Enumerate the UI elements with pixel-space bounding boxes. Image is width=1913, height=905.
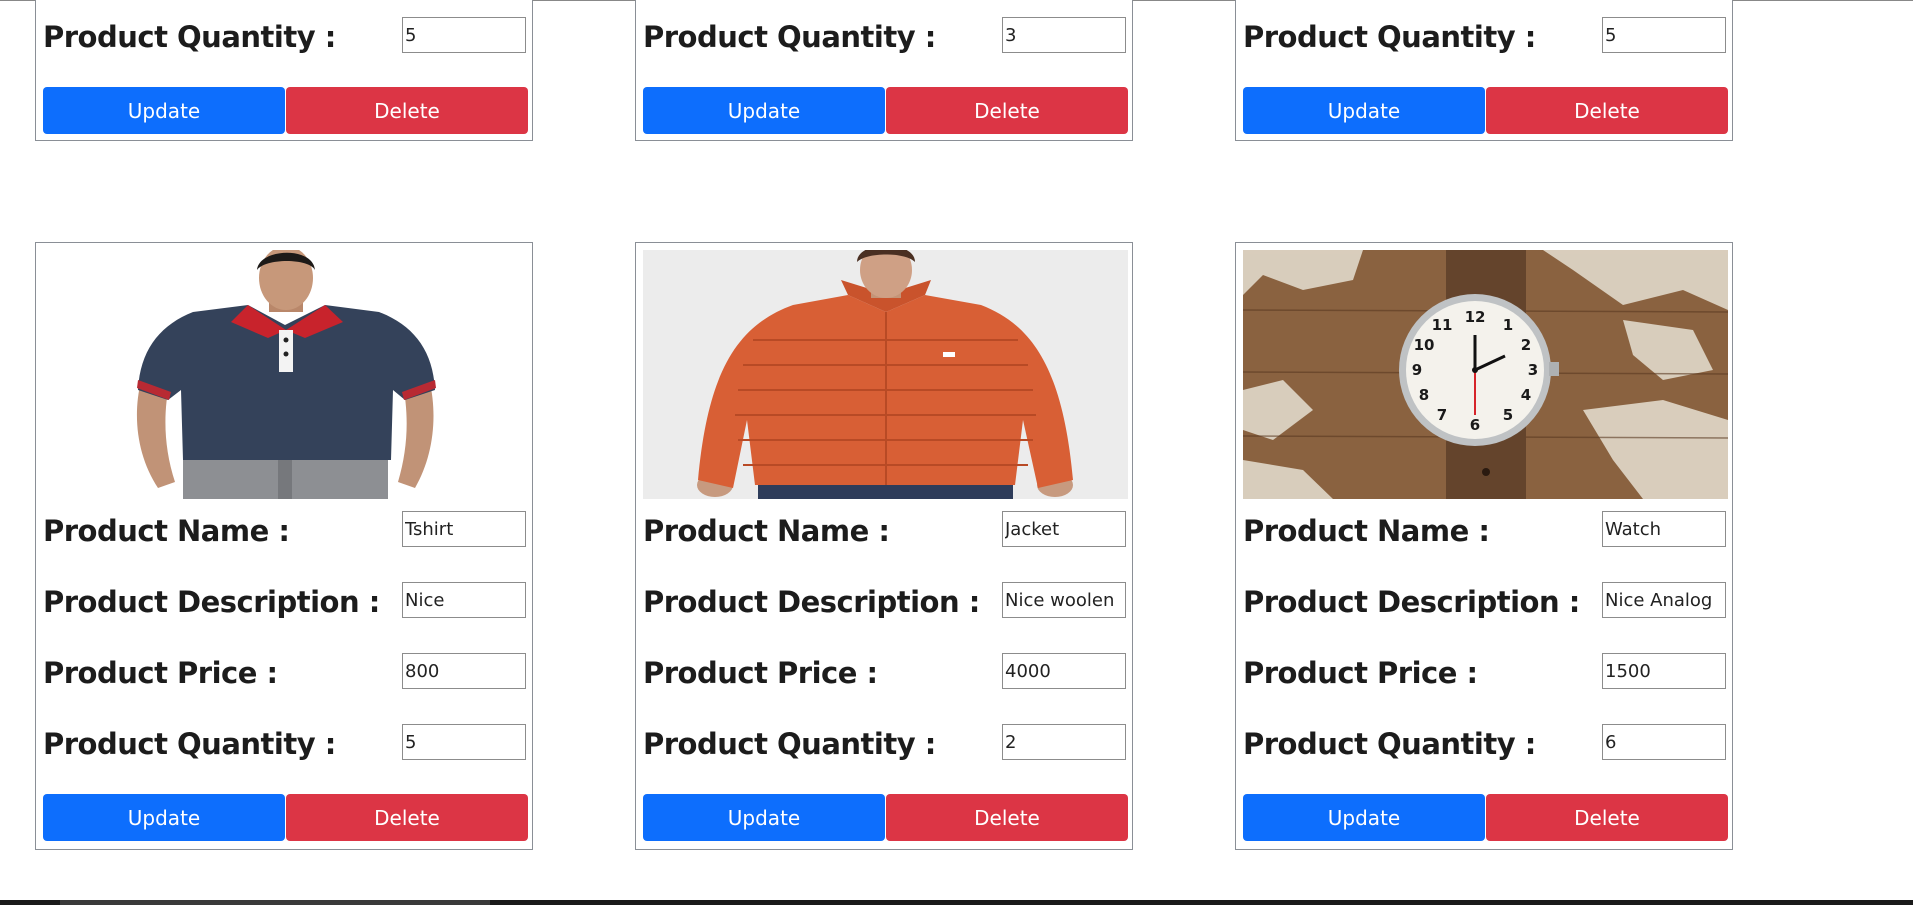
description-label: Product Description : bbox=[43, 585, 380, 619]
card-actions: Update Delete bbox=[43, 87, 528, 134]
svg-text:6: 6 bbox=[1470, 416, 1480, 434]
card-actions: Update Delete bbox=[1243, 794, 1728, 841]
quantity-row: Product Quantity : bbox=[1243, 724, 1728, 762]
product-card-partial: Product Quantity : Update Delete bbox=[635, 0, 1133, 141]
update-button[interactable]: Update bbox=[1243, 794, 1485, 841]
svg-text:12: 12 bbox=[1465, 308, 1486, 326]
description-row: Product Description : bbox=[643, 582, 1128, 620]
product-card: 12 12 3 45 6 78 9 10 11 Product Name : Produc… bbox=[1235, 242, 1733, 850]
description-label: Product Description : bbox=[643, 585, 980, 619]
name-input[interactable] bbox=[1002, 511, 1126, 547]
product-card: Product Name : Product Description : Pro… bbox=[35, 242, 533, 850]
quantity-input[interactable] bbox=[1602, 17, 1726, 53]
description-label: Product Description : bbox=[1243, 585, 1580, 619]
delete-button[interactable]: Delete bbox=[1486, 794, 1728, 841]
product-grid-page: Product Quantity : Update Delete Product… bbox=[0, 0, 1913, 905]
description-input[interactable] bbox=[402, 582, 526, 618]
svg-text:3: 3 bbox=[1528, 361, 1538, 379]
quantity-input[interactable] bbox=[1002, 724, 1126, 760]
name-row: Product Name : bbox=[643, 511, 1128, 549]
quantity-row: Product Quantity : bbox=[643, 724, 1128, 762]
update-button[interactable]: Update bbox=[643, 794, 885, 841]
quantity-label: Product Quantity : bbox=[1243, 20, 1536, 54]
watch-photo: 12 12 3 45 6 78 9 10 11 bbox=[1243, 250, 1728, 499]
product-image: 12 1 2 3 45 6 78 9 10 11 bbox=[1243, 250, 1728, 499]
name-input[interactable] bbox=[402, 511, 526, 547]
update-button[interactable]: Update bbox=[643, 87, 885, 134]
product-card-partial: Product Quantity : Update Delete bbox=[35, 0, 533, 141]
card-actions: Update Delete bbox=[43, 794, 528, 841]
name-label: Product Name : bbox=[1243, 514, 1490, 548]
svg-text:10: 10 bbox=[1414, 336, 1435, 354]
price-label: Product Price : bbox=[43, 656, 278, 690]
product-card-partial: Product Quantity : Update Delete bbox=[1235, 0, 1733, 141]
quantity-label: Product Quantity : bbox=[43, 727, 336, 761]
quantity-label: Product Quantity : bbox=[643, 727, 936, 761]
delete-button[interactable]: Delete bbox=[1486, 87, 1728, 134]
price-input[interactable] bbox=[402, 653, 526, 689]
quantity-row: Product Quantity : bbox=[43, 724, 528, 762]
delete-button[interactable]: Delete bbox=[886, 87, 1128, 134]
product-image bbox=[43, 250, 528, 499]
price-row: Product Price : bbox=[1243, 653, 1728, 691]
quantity-label: Product Quantity : bbox=[1243, 727, 1536, 761]
svg-text:7: 7 bbox=[1437, 406, 1447, 424]
product-image bbox=[643, 250, 1128, 499]
jacket-photo bbox=[643, 250, 1128, 499]
svg-text:5: 5 bbox=[1503, 406, 1513, 424]
delete-button[interactable]: Delete bbox=[286, 794, 528, 841]
card-actions: Update Delete bbox=[1243, 87, 1728, 134]
price-row: Product Price : bbox=[43, 653, 528, 691]
svg-text:2: 2 bbox=[1521, 336, 1531, 354]
card-actions: Update Delete bbox=[643, 87, 1128, 134]
product-card: Product Name : Product Description : Pro… bbox=[635, 242, 1133, 850]
scrollbar-thumb[interactable] bbox=[60, 900, 490, 905]
price-input[interactable] bbox=[1002, 653, 1126, 689]
svg-text:1: 1 bbox=[1503, 316, 1513, 334]
update-button[interactable]: Update bbox=[43, 87, 285, 134]
description-row: Product Description : bbox=[1243, 582, 1728, 620]
name-input[interactable] bbox=[1602, 511, 1726, 547]
svg-text:8: 8 bbox=[1419, 386, 1429, 404]
quantity-input[interactable] bbox=[402, 17, 526, 53]
name-row: Product Name : bbox=[1243, 511, 1728, 549]
card-actions: Update Delete bbox=[643, 794, 1128, 841]
price-input[interactable] bbox=[1602, 653, 1726, 689]
price-label: Product Price : bbox=[1243, 656, 1478, 690]
svg-text:11: 11 bbox=[1432, 316, 1453, 334]
description-input[interactable] bbox=[1002, 582, 1126, 618]
price-row: Product Price : bbox=[643, 653, 1128, 691]
description-row: Product Description : bbox=[43, 582, 528, 620]
quantity-input[interactable] bbox=[1002, 17, 1126, 53]
quantity-label: Product Quantity : bbox=[43, 20, 336, 54]
quantity-input[interactable] bbox=[1602, 724, 1726, 760]
name-label: Product Name : bbox=[43, 514, 290, 548]
update-button[interactable]: Update bbox=[1243, 87, 1485, 134]
delete-button[interactable]: Delete bbox=[286, 87, 528, 134]
description-input[interactable] bbox=[1602, 582, 1726, 618]
svg-text:4: 4 bbox=[1521, 386, 1531, 404]
name-row: Product Name : bbox=[43, 511, 528, 549]
price-label: Product Price : bbox=[643, 656, 878, 690]
quantity-row: Product Quantity : bbox=[1243, 17, 1728, 55]
svg-text:9: 9 bbox=[1412, 361, 1422, 379]
name-label: Product Name : bbox=[643, 514, 890, 548]
bottom-scrollbar[interactable] bbox=[0, 900, 1913, 905]
quantity-input[interactable] bbox=[402, 724, 526, 760]
tshirt-photo bbox=[43, 250, 528, 499]
quantity-label: Product Quantity : bbox=[643, 20, 936, 54]
delete-button[interactable]: Delete bbox=[886, 794, 1128, 841]
update-button[interactable]: Update bbox=[43, 794, 285, 841]
quantity-row: Product Quantity : bbox=[643, 17, 1128, 55]
quantity-row: Product Quantity : bbox=[43, 17, 528, 55]
